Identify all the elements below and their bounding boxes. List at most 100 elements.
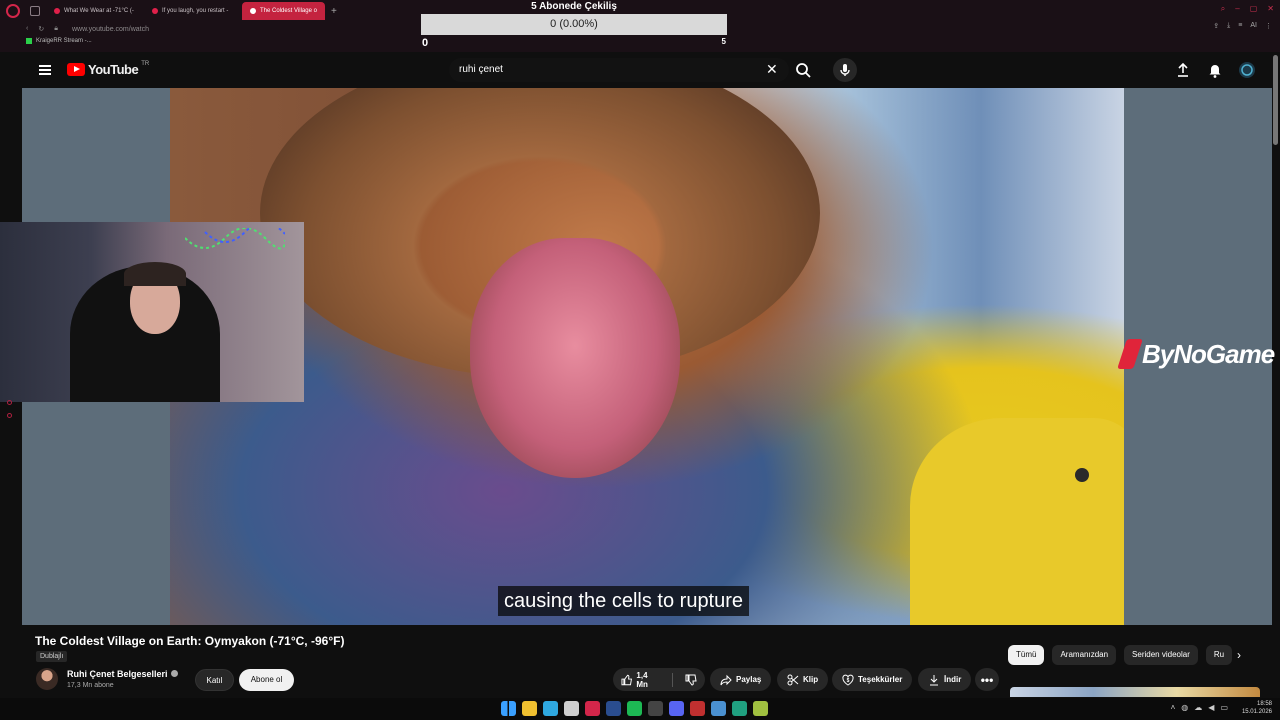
thanks-button[interactable]: $ Teşekkürler <box>832 668 913 691</box>
super-thanks-icon: $ <box>842 674 854 686</box>
chip-all[interactable]: Tümü <box>1008 645 1045 665</box>
site-info-icon[interactable]: 🔒︎ <box>54 25 58 33</box>
close-window-button[interactable]: ✕ <box>1267 4 1274 14</box>
clip-button[interactable]: Klip <box>777 668 829 691</box>
edge-icon[interactable] <box>543 701 558 716</box>
youtube-favicon-icon <box>54 8 60 14</box>
network-icon[interactable]: ◍ <box>1181 703 1188 712</box>
poll-min-label: 0 <box>422 37 429 49</box>
discord-icon[interactable] <box>669 701 684 716</box>
ai-button[interactable]: AI <box>1250 22 1257 30</box>
url-field[interactable]: www.youtube.com/watch <box>72 26 149 33</box>
download-icon[interactable]: ⤓ <box>1227 22 1230 30</box>
easy-setup-icon[interactable]: ≡ <box>1238 22 1242 30</box>
search-tabs-icon[interactable]: ⌕ <box>1221 4 1225 14</box>
sidebar-icon[interactable] <box>7 400 12 405</box>
minimize-button[interactable]: – <box>1235 4 1239 14</box>
thumbs-down-icon <box>685 674 697 686</box>
video-player[interactable] <box>170 88 1124 625</box>
clear-search-icon[interactable]: ✕ <box>766 62 778 76</box>
volume-icon[interactable]: ◀︎ <box>1208 703 1214 712</box>
join-button[interactable]: Katıl <box>195 669 234 691</box>
like-dislike-group: 1,4 Mn <box>613 668 705 691</box>
menu-icon[interactable] <box>39 65 51 75</box>
tab-if-you-laugh[interactable]: If you laugh, you restart - <box>144 2 236 20</box>
chip-ruhi[interactable]: Ru <box>1205 645 1233 665</box>
windows-icon[interactable] <box>501 701 516 716</box>
sidebar-icon[interactable] <box>7 413 12 418</box>
battery-icon[interactable]: ▭ <box>1220 703 1228 712</box>
video-title: The Coldest Village on Earth: Oymyakon (… <box>35 634 345 648</box>
channel-avatar[interactable] <box>36 668 58 690</box>
face-shape <box>470 238 680 478</box>
verified-icon <box>170 670 178 677</box>
chip-series[interactable]: Seriden videolar <box>1124 645 1198 665</box>
taskbar-apps <box>501 701 768 716</box>
streamer-webcam <box>0 222 304 402</box>
upload-icon[interactable] <box>1174 61 1192 79</box>
scissors-icon <box>787 674 799 685</box>
share-icon <box>720 674 732 685</box>
channel-name[interactable]: Ruhi Çenet Belgeselleri <box>67 669 178 679</box>
reload-icon[interactable]: ↻ <box>38 25 44 33</box>
share-page-icon[interactable]: ⇪ <box>1213 22 1219 30</box>
chips-next-arrow[interactable]: › <box>1237 648 1241 662</box>
mic-icon[interactable] <box>833 58 857 82</box>
bell-icon[interactable] <box>1206 61 1224 79</box>
window-controls: ⌕ – ▢ ✕ <box>1221 4 1274 14</box>
file-explorer-icon[interactable] <box>522 701 537 716</box>
search-icon[interactable] <box>791 59 815 81</box>
search-input[interactable]: ruhi çenet <box>449 58 789 82</box>
sidebar-strip <box>7 400 15 430</box>
steam-icon[interactable] <box>606 701 621 716</box>
app-icon[interactable] <box>732 701 747 716</box>
header-actions <box>1174 61 1256 79</box>
tab-coldest-village[interactable]: The Coldest Village o <box>242 2 325 20</box>
app2-icon[interactable] <box>753 701 768 716</box>
youtube-favicon-icon <box>152 8 158 14</box>
poll-max-label: 5 <box>721 37 726 46</box>
store-icon[interactable] <box>564 701 579 716</box>
subscriber-count: 17,3 Mn abone <box>67 682 114 689</box>
like-button[interactable]: 1,4 Mn <box>613 668 668 691</box>
cloud-icon[interactable]: ☁ <box>1194 703 1202 712</box>
dislike-button[interactable] <box>677 668 705 691</box>
taskbar-clock[interactable]: 18:58 15.01.2026 <box>1242 700 1272 716</box>
download-button[interactable]: İndir <box>918 668 972 691</box>
maximize-button[interactable]: ▢ <box>1250 4 1258 14</box>
like-divider <box>672 672 673 687</box>
spotify-icon[interactable] <box>627 701 642 716</box>
workspace-icon[interactable] <box>30 6 40 16</box>
photos-icon[interactable] <box>711 701 726 716</box>
video-subtitle: causing the cells to rupture <box>498 586 750 616</box>
page-scrollbar[interactable] <box>1273 55 1278 145</box>
streamer-hat-shape <box>124 262 186 286</box>
coat-button-shape <box>1075 468 1089 482</box>
windows-taskbar: ˄ ◍ ☁ ◀︎ ▭ 18:58 15.01.2026 <box>0 698 1280 720</box>
youtube-logo[interactable]: YouTube TR <box>67 61 149 77</box>
share-button[interactable]: Paylaş <box>710 668 772 691</box>
media-icon[interactable] <box>690 701 705 716</box>
opera-icon[interactable] <box>585 701 600 716</box>
menu-dots-icon[interactable]: ⋮ <box>1265 22 1272 30</box>
subscribe-button[interactable]: Abone ol <box>239 669 294 691</box>
more-actions-button[interactable]: ••• <box>975 668 999 691</box>
new-tab-button[interactable]: + <box>331 6 337 17</box>
chip-from-search[interactable]: Aramanızdan <box>1052 645 1117 665</box>
tray-chevron-icon[interactable]: ˄ <box>1171 703 1176 712</box>
related-video-thumbnail[interactable] <box>1010 687 1260 697</box>
thumbs-up-icon <box>621 674 633 685</box>
terminal-icon[interactable] <box>648 701 663 716</box>
giveaway-poll-overlay: 5 Abonede Çekiliş 0 (0.00%) 0 5 <box>421 0 727 49</box>
address-actions: ⇪ ⤓ ≡ AI ⋮ <box>1213 22 1272 30</box>
opera-logo-icon[interactable] <box>6 4 20 18</box>
back-icon[interactable]: ‹ <box>26 25 28 33</box>
dubbed-badge: Dublajlı <box>36 651 68 662</box>
tab-what-we-wear[interactable]: What We Wear at -71°C (- <box>46 2 138 20</box>
bookmark-item[interactable]: KraigeRR Stream -... <box>26 38 92 44</box>
youtube-header: YouTube TR ruhi çenet ✕ <box>22 52 1272 88</box>
poll-progress-bar: 0 (0.00%) <box>421 14 727 35</box>
avatar-icon[interactable] <box>1238 61 1256 79</box>
yellow-coat-shape <box>910 418 1124 625</box>
poll-title: 5 Abonede Çekiliş <box>531 1 617 12</box>
